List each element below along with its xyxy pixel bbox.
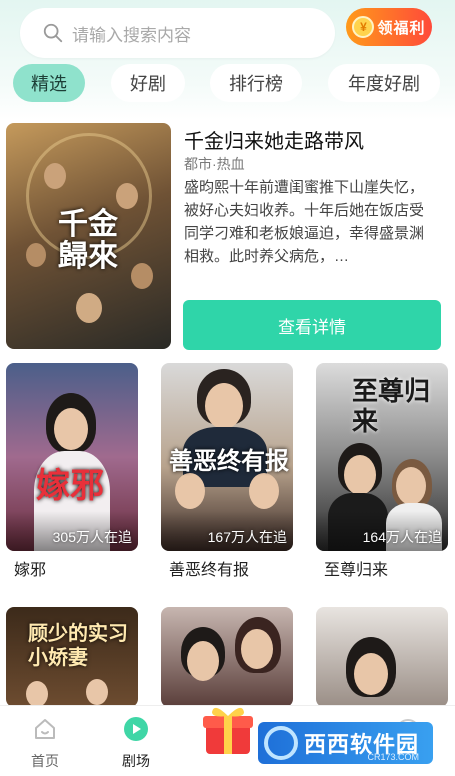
welfare-label: 领福利 — [377, 19, 426, 37]
follower-count: 167万人在追 — [207, 529, 287, 545]
drama-poster-title: 至尊归来 — [352, 377, 431, 437]
featured-poster-title: 千金歸來 — [58, 207, 118, 274]
search-input[interactable]: 请输入搜索内容 — [72, 21, 191, 46]
drama-title[interactable]: 嫁邪 — [14, 556, 46, 580]
drama-card[interactable]: 至尊归来 164万人在追 — [316, 363, 448, 551]
watermark-logo-icon — [264, 726, 298, 760]
drama-card[interactable] — [161, 607, 293, 707]
tab-ranking[interactable]: 排行榜 — [210, 64, 302, 102]
nav-home[interactable]: 首页 — [15, 716, 75, 771]
nav-theater[interactable]: 剧场 — [106, 716, 166, 771]
watermark-sub: CR173.COM — [367, 752, 419, 762]
drama-poster-title: 顾少的实习小娇妻 — [28, 621, 128, 669]
view-details-button[interactable]: 查看详情 — [183, 300, 441, 350]
drama-card[interactable] — [316, 607, 448, 707]
home-icon — [35, 719, 55, 739]
search-bar[interactable]: 请输入搜索内容 — [20, 8, 335, 58]
drama-poster-title: 善恶终有报 — [169, 446, 289, 475]
drama-poster-title: 嫁邪 — [36, 466, 104, 506]
search-icon — [43, 23, 63, 43]
coin-icon: ¥ — [352, 16, 375, 38]
follower-count: 305万人在追 — [52, 529, 132, 545]
watermark: 西西软件园 CR173.COM — [258, 722, 433, 764]
tab-featured[interactable]: 精选 — [13, 64, 85, 102]
tab-good-dramas[interactable]: 好剧 — [111, 64, 185, 102]
nav-theater-label: 剧场 — [122, 753, 150, 769]
nav-home-label: 首页 — [31, 753, 59, 769]
play-icon — [124, 717, 148, 741]
follower-count: 164万人在追 — [362, 529, 442, 545]
gift-icon[interactable] — [200, 700, 256, 758]
drama-card[interactable]: 嫁邪 305万人在追 — [6, 363, 138, 551]
tab-annual-best[interactable]: 年度好剧 — [328, 64, 440, 102]
drama-card[interactable]: 善恶终有报 167万人在追 — [161, 363, 293, 551]
drama-title[interactable]: 善恶终有报 — [169, 556, 249, 580]
category-tabs: 精选 好剧 排行榜 年度好剧 — [0, 64, 455, 104]
drama-title[interactable]: 至尊归来 — [324, 556, 388, 580]
featured-title[interactable]: 千金归来她走路带风 — [184, 125, 364, 154]
featured-poster[interactable]: 千金歸來 — [6, 123, 171, 349]
drama-card[interactable]: 顾少的实习小娇妻 — [6, 607, 138, 707]
featured-genre: 都市·热血 — [184, 156, 245, 172]
welfare-button[interactable]: ¥ 领福利 — [346, 8, 432, 46]
featured-description: 盛昀熙十年前遭闺蜜推下山崖失忆，被好心夫妇收养。十年后她在饭店受同学刁难和老板娘… — [184, 179, 425, 265]
